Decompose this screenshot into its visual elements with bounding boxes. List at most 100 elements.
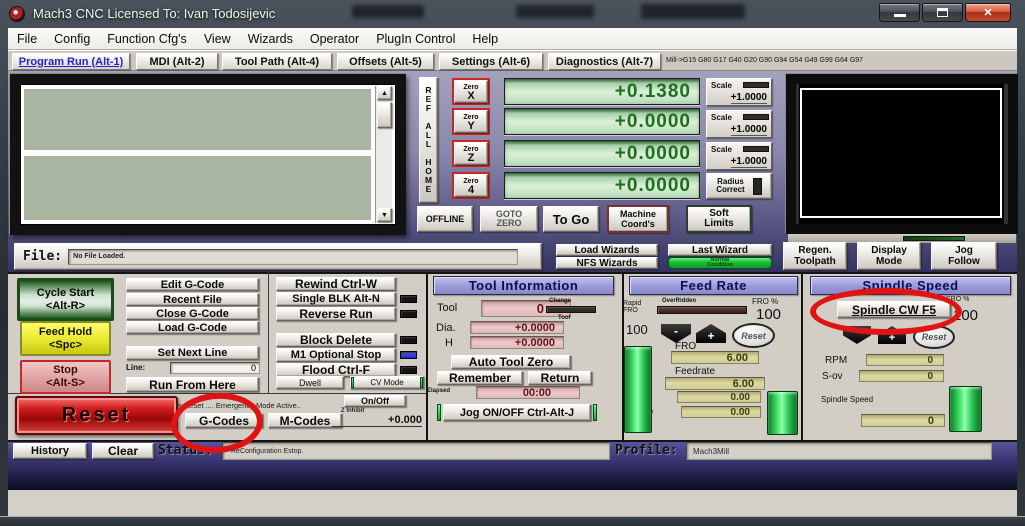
menu-file[interactable]: File bbox=[17, 32, 37, 46]
offline-button[interactable]: OFFLINE bbox=[417, 206, 473, 232]
jog-led-right bbox=[593, 404, 597, 421]
dro-y[interactable]: +0.0000 bbox=[504, 108, 700, 135]
file-panel: File: No File Loaded. bbox=[14, 243, 542, 270]
run-from-here-button[interactable]: Run From Here bbox=[126, 377, 259, 392]
dia-field[interactable]: +0.0000 bbox=[470, 321, 564, 334]
menu-operator[interactable]: Operator bbox=[310, 32, 359, 46]
sov-field[interactable]: 0 bbox=[859, 370, 944, 382]
radius-correct-button[interactable]: Radius Correct bbox=[706, 173, 772, 199]
zero-y-button[interactable]: Zero Y bbox=[452, 108, 490, 135]
menu-wizards[interactable]: Wizards bbox=[248, 32, 293, 46]
z-inhibit-value[interactable]: +0.000 bbox=[332, 413, 422, 427]
stop-button[interactable]: Stop <Alt-S> bbox=[20, 360, 111, 394]
cycle-start-button[interactable]: Cycle Start <Alt-R> bbox=[17, 278, 114, 321]
toolpath-viewport[interactable] bbox=[800, 88, 1002, 218]
menu-help[interactable]: Help bbox=[472, 32, 498, 46]
feed-hold-button[interactable]: Feed Hold <Spc> bbox=[20, 321, 111, 356]
jog-follow-button[interactable]: Jog Follow bbox=[931, 242, 997, 270]
elapsed-field: 00:00 bbox=[476, 386, 580, 399]
close-gcode-button[interactable]: Close G-Code bbox=[126, 307, 259, 320]
close-button[interactable]: ✕ bbox=[965, 3, 1011, 22]
tab-diagnostics[interactable]: Diagnostics (Alt-7) bbox=[548, 53, 661, 70]
machine-coords-button[interactable]: Machine Coord's bbox=[607, 205, 669, 233]
scale-slider[interactable] bbox=[743, 114, 769, 120]
reverse-run-button[interactable]: Reverse Run bbox=[276, 307, 396, 321]
on-off-button[interactable]: On/Off bbox=[344, 395, 406, 407]
tool-info-header: Tool Information bbox=[433, 276, 614, 295]
edit-gcode-button[interactable]: Edit G-Code bbox=[126, 278, 259, 291]
line-value: 0 bbox=[250, 363, 256, 373]
dro-4[interactable]: +0.0000 bbox=[504, 172, 700, 199]
tab-program-run[interactable]: Program Run (Alt-1) bbox=[12, 53, 130, 70]
tab-mdi[interactable]: MDI (Alt-2) bbox=[136, 53, 218, 70]
zero-x-button[interactable]: Zero X bbox=[452, 78, 490, 105]
display-mode-button[interactable]: Display Mode bbox=[857, 242, 921, 270]
fro-field[interactable]: 6.00 bbox=[671, 351, 759, 364]
last-wizard-button[interactable]: Last Wizard bbox=[668, 244, 772, 256]
auto-tool-zero-button[interactable]: Auto Tool Zero bbox=[451, 355, 571, 369]
scale-slider[interactable] bbox=[743, 146, 769, 152]
scale-value[interactable]: +1.0000 bbox=[730, 92, 767, 104]
scroll-thumb[interactable] bbox=[377, 102, 392, 128]
rapid-fro-value: 100 bbox=[626, 322, 648, 337]
jog-onoff-button[interactable]: Jog ON/OFF Ctrl-Alt-J bbox=[443, 404, 591, 421]
history-button[interactable]: History bbox=[13, 443, 87, 459]
scale-value[interactable]: +1.0000 bbox=[730, 156, 767, 168]
soft-limits-button[interactable]: Soft Limits bbox=[686, 205, 752, 233]
menu-plugin-control[interactable]: PlugIn Control bbox=[376, 32, 455, 46]
dro-z[interactable]: +0.0000 bbox=[504, 140, 700, 167]
single-blk-button[interactable]: Single BLK Alt-N bbox=[276, 292, 396, 306]
to-go-button[interactable]: To Go bbox=[543, 206, 599, 232]
set-next-line-button[interactable]: Set Next Line bbox=[126, 346, 259, 360]
zero-z-button[interactable]: Zero Z bbox=[452, 140, 490, 167]
mcodes-button[interactable]: M-Codes bbox=[268, 413, 342, 428]
dro-x[interactable]: +0.1380 bbox=[504, 78, 700, 105]
scale-slider[interactable] bbox=[743, 82, 769, 88]
scale-x[interactable]: Scale +1.0000 bbox=[706, 78, 772, 106]
block-delete-button[interactable]: Block Delete bbox=[276, 333, 396, 347]
scale-value[interactable]: +1.0000 bbox=[730, 124, 767, 136]
remember-button[interactable]: Remember bbox=[437, 371, 523, 385]
rewind-button[interactable]: Rewind Ctrl-W bbox=[276, 277, 396, 291]
recent-file-button[interactable]: Recent File bbox=[126, 293, 259, 306]
menu-view[interactable]: View bbox=[204, 32, 231, 46]
zero-4-button[interactable]: Zero 4 bbox=[452, 172, 490, 199]
scale-y[interactable]: Scale +1.0000 bbox=[706, 110, 772, 138]
maximize-button[interactable] bbox=[922, 3, 963, 22]
file-label: File: bbox=[23, 249, 63, 264]
tab-tool-path[interactable]: Tool Path (Alt-4) bbox=[222, 53, 332, 70]
gcode-scrollbar[interactable]: ▲ ▼ bbox=[375, 86, 392, 223]
fro-value: 6.00 bbox=[726, 351, 748, 364]
feedrate-field[interactable]: 6.00 bbox=[665, 377, 765, 390]
units-min-field[interactable]: 0.00 bbox=[677, 391, 761, 403]
goto-zero-button[interactable]: GOTO ZERO bbox=[480, 206, 538, 232]
spindle-speed-field[interactable]: 0 bbox=[861, 414, 945, 427]
tab-settings[interactable]: Settings (Alt-6) bbox=[439, 53, 543, 70]
change-tool-slider[interactable] bbox=[546, 306, 596, 313]
load-wizards-button[interactable]: Load Wizards bbox=[556, 244, 658, 256]
reset-button[interactable]: Reset bbox=[15, 396, 178, 435]
scale-z[interactable]: Scale +1.0000 bbox=[706, 142, 772, 170]
minimize-button[interactable] bbox=[879, 3, 920, 22]
menu-config[interactable]: Config bbox=[54, 32, 90, 46]
flood-button[interactable]: Flood Ctrl-F bbox=[276, 363, 396, 377]
tab-offsets[interactable]: Offsets (Alt-5) bbox=[337, 53, 434, 70]
clear-button[interactable]: Clear bbox=[92, 443, 154, 459]
line-field[interactable]: 0 bbox=[170, 362, 260, 374]
feed-reset-button[interactable]: Reset bbox=[732, 323, 775, 348]
cv-mode-label: CV Mode bbox=[370, 378, 404, 387]
scroll-up-button[interactable]: ▲ bbox=[377, 86, 392, 100]
regen-toolpath-button[interactable]: Regen. Toolpath bbox=[783, 242, 847, 270]
cv-mode-indicator: CV Mode bbox=[350, 376, 424, 389]
units-rev-field[interactable]: 0.00 bbox=[681, 406, 761, 418]
rpm-field[interactable]: 0 bbox=[866, 354, 944, 366]
h-field[interactable]: +0.0000 bbox=[470, 336, 564, 349]
return-button[interactable]: Return bbox=[528, 371, 592, 385]
m1-optional-stop-button[interactable]: M1 Optional Stop bbox=[276, 348, 396, 362]
menu-function-cfgs[interactable]: Function Cfg's bbox=[107, 32, 187, 46]
radius-correct-slider[interactable] bbox=[752, 177, 762, 195]
ref-all-home-button[interactable]: R E F A L L H O M E bbox=[419, 77, 438, 203]
scroll-down-button[interactable]: ▼ bbox=[377, 208, 392, 222]
load-gcode-button[interactable]: Load G-Code bbox=[126, 321, 259, 334]
nfs-wizards-button[interactable]: NFS Wizards bbox=[556, 257, 658, 269]
